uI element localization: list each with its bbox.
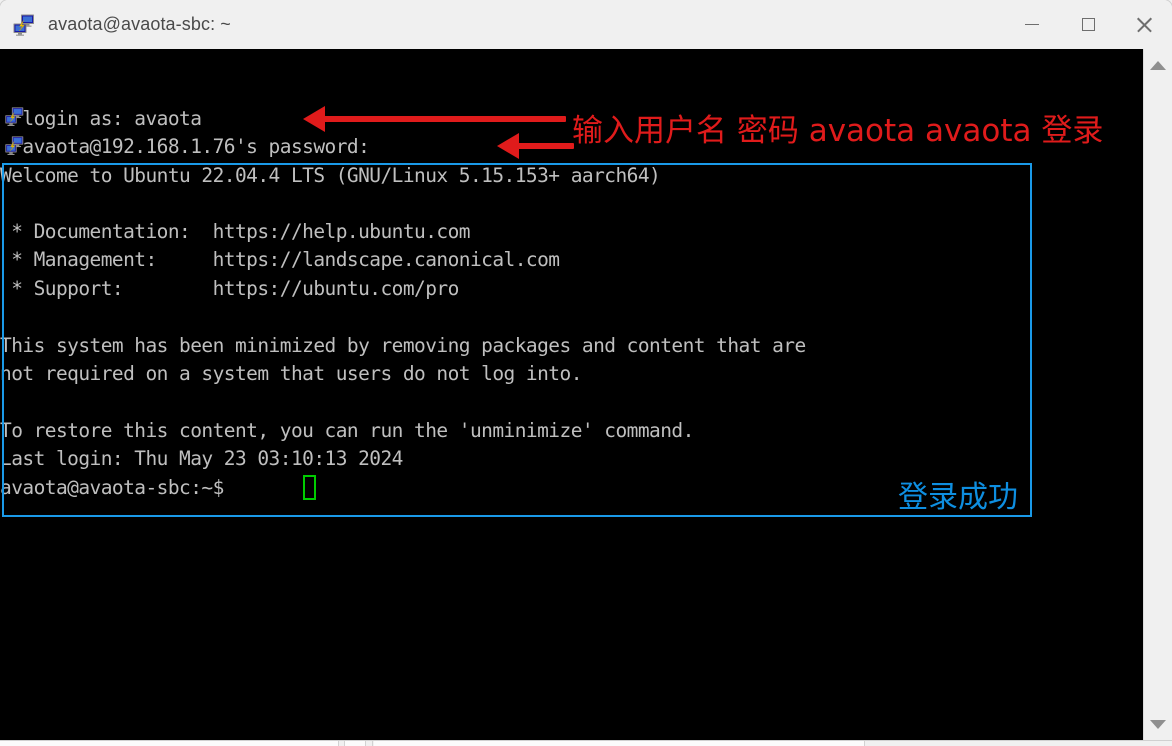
putty-icon-line-2	[5, 136, 24, 155]
scroll-down-button[interactable]	[1144, 710, 1172, 738]
window-controls	[1004, 0, 1172, 49]
terminal-line: Welcome to Ubuntu 22.04.4 LTS (GNU/Linux…	[0, 164, 661, 187]
chevron-up-icon	[1150, 60, 1166, 70]
terminal-screen[interactable]: login as: avaota avaota@192.168.1.76's p…	[0, 49, 1143, 740]
terminal-line: login as: avaota	[0, 107, 202, 130]
arrow-shaft	[514, 143, 574, 149]
terminal-line: * Documentation: https://help.ubuntu.com	[0, 220, 470, 243]
terminal-line: not required on a system that users do n…	[0, 362, 582, 385]
terminal-line: To restore this content, you can run the…	[0, 419, 694, 442]
terminal-line: avaota@avaota-sbc:~$	[0, 476, 235, 499]
close-icon	[1136, 17, 1152, 33]
terminal-line: Last login: Thu May 23 03:10:13 2024	[0, 447, 403, 470]
scroll-up-button[interactable]	[1144, 51, 1172, 79]
putty-icon	[13, 14, 34, 36]
terminal-line: * Management: https://landscape.canonica…	[0, 248, 560, 271]
credentials-annotation: 输入用户名 密码 avaota avaota 登录	[572, 113, 1104, 149]
close-button[interactable]	[1116, 0, 1172, 49]
window-title: avaota@avaota-sbc: ~	[48, 14, 231, 34]
maximize-icon	[1081, 18, 1095, 31]
terminal-line: * Support: https://ubuntu.com/pro	[0, 277, 459, 300]
terminal-area: login as: avaota avaota@192.168.1.76's p…	[0, 49, 1172, 740]
arrow-shaft	[321, 116, 566, 122]
scrollbar-thumb[interactable]	[1145, 81, 1171, 701]
arrow-head	[497, 133, 519, 159]
terminal-scrollbar[interactable]	[1143, 49, 1172, 740]
arrow-head	[303, 106, 325, 132]
window-titlebar[interactable]: avaota@avaota-sbc: ~	[0, 0, 1172, 49]
minimize-button[interactable]	[1004, 0, 1060, 49]
maximize-button[interactable]	[1060, 0, 1116, 49]
minimize-icon	[1025, 23, 1039, 26]
putty-icon-line-1	[5, 107, 24, 126]
terminal-line: This system has been minimized by removi…	[0, 334, 806, 357]
terminal-cursor	[303, 475, 316, 500]
terminal-line: avaota@192.168.1.76's password:	[0, 135, 370, 158]
login-success-annotation: 登录成功	[898, 480, 1018, 515]
chevron-down-icon	[1150, 719, 1166, 729]
putty-terminal-window: avaota@avaota-sbc: ~ login as: avaota av…	[0, 0, 1172, 740]
